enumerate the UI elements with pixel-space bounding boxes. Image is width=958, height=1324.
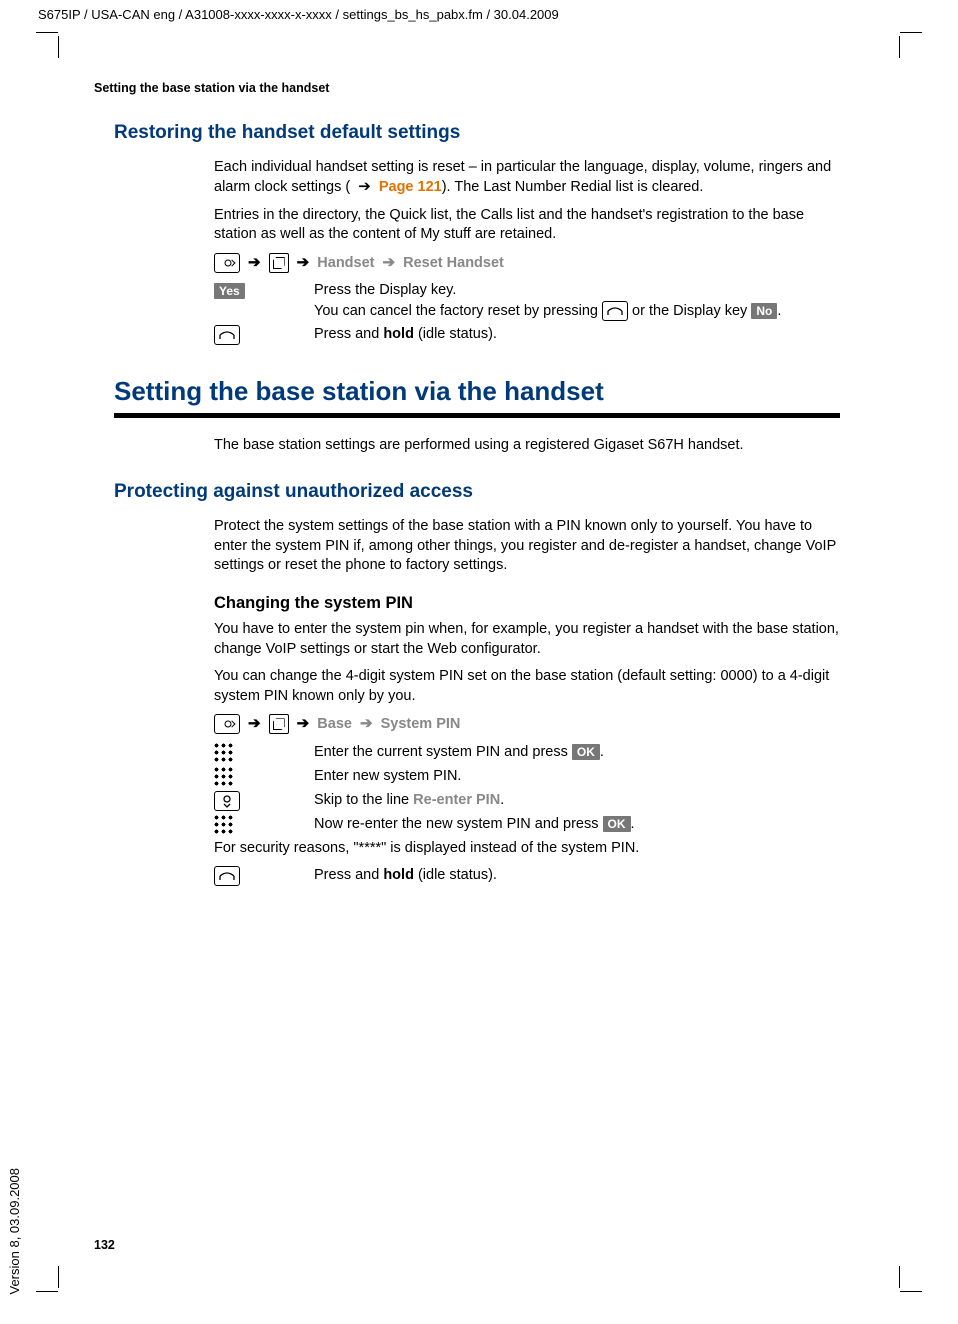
page-number: 132 [94, 1237, 115, 1254]
para-retained-entries: Entries in the directory, the Quick list… [214, 206, 840, 245]
menu-reset-handset-label: Reset Handset [403, 255, 504, 271]
para-change-pin-default: You can change the 4-digit system PIN se… [214, 667, 840, 706]
step-enter-new-pin: Enter new system PIN. [214, 767, 840, 787]
hook-key-icon [214, 325, 240, 345]
softkey-yes: Yes [214, 283, 245, 299]
keypad-icon [214, 743, 233, 762]
text-hold: hold [383, 867, 414, 883]
nav-right-key-icon [214, 253, 240, 273]
text: Skip to the line [314, 792, 413, 808]
step-enter-current-pin: Enter the current system PIN and press O… [214, 743, 840, 763]
text: Enter the current system PIN and press [314, 744, 572, 760]
step-skip-line: Skip to the line Re-enter PIN. [214, 791, 840, 811]
step-reenter-new-pin: Now re-enter the new system PIN and pres… [214, 815, 840, 835]
nav-down-key-icon [214, 791, 240, 811]
hook-key-icon [602, 301, 628, 321]
para-protect-description: Protect the system settings of the base … [214, 517, 840, 576]
page-link-121[interactable]: Page 121 [379, 179, 442, 195]
text: (idle status). [414, 867, 497, 883]
heading-protecting-access: Protecting against unauthorized access [114, 479, 840, 505]
text: (idle status). [414, 326, 497, 342]
heading-rule [114, 413, 840, 418]
label-reenter-pin: Re-enter PIN [413, 792, 500, 808]
menu-handset-label: Handset [317, 255, 374, 271]
arrow-icon: ➔ [356, 714, 377, 734]
text: Press and [314, 867, 383, 883]
menu-path-system-pin: ➔ ➔ Base ➔ System PIN [214, 714, 840, 735]
arrow-icon: ➔ [244, 714, 265, 734]
arrow-icon: ➔ [354, 177, 375, 197]
text: Press and [314, 326, 383, 342]
para-reset-description: Each individual handset setting is reset… [214, 158, 840, 198]
step-press-yes: Yes Press the Display key. You can cance… [214, 281, 840, 321]
version-string: Version 8, 03.09.2008 [6, 1168, 24, 1295]
settings-menu-icon [269, 253, 289, 273]
text: ). The Last Number Redial list is cleare… [442, 179, 704, 195]
running-title: Setting the base station via the handset [94, 80, 329, 97]
softkey-no: No [751, 303, 777, 319]
arrow-icon: ➔ [293, 714, 314, 734]
heading-change-pin: Changing the system PIN [214, 592, 840, 614]
page-content: Restoring the handset default settings E… [114, 120, 840, 891]
text: or the Display key [628, 303, 751, 319]
arrow-icon: ➔ [244, 253, 265, 273]
para-security-mask: For security reasons, "****" is displaye… [214, 839, 840, 859]
step-press-hold-2: Press and hold (idle status). [214, 866, 840, 886]
nav-right-key-icon [214, 714, 240, 734]
text-hold: hold [383, 326, 414, 342]
arrow-icon: ➔ [379, 253, 400, 273]
text: You can cancel the factory reset by pres… [314, 303, 602, 319]
para-change-pin-when: You have to enter the system pin when, f… [214, 620, 840, 659]
keypad-icon [214, 815, 233, 834]
para-base-intro: The base station settings are performed … [214, 436, 840, 456]
softkey-ok: OK [572, 744, 600, 760]
arrow-icon: ➔ [293, 253, 314, 273]
text: Press the Display key. [314, 282, 456, 298]
settings-menu-icon [269, 714, 289, 734]
keypad-icon [214, 767, 233, 786]
header-file-path: S675IP / USA-CAN eng / A31008-xxxx-xxxx-… [38, 6, 559, 24]
softkey-ok: OK [603, 816, 631, 832]
menu-system-pin-label: System PIN [381, 716, 461, 732]
step-press-hold: Press and hold (idle status). [214, 325, 840, 345]
text: Now re-enter the new system PIN and pres… [314, 816, 603, 832]
hook-key-icon [214, 866, 240, 886]
heading-restore-defaults: Restoring the handset default settings [114, 120, 840, 146]
menu-path-reset-handset: ➔ ➔ Handset ➔ Reset Handset [214, 253, 840, 274]
menu-base-label: Base [317, 716, 352, 732]
text: Enter new system PIN. [314, 767, 840, 787]
heading-setting-base-station: Setting the base station via the handset [114, 374, 840, 409]
